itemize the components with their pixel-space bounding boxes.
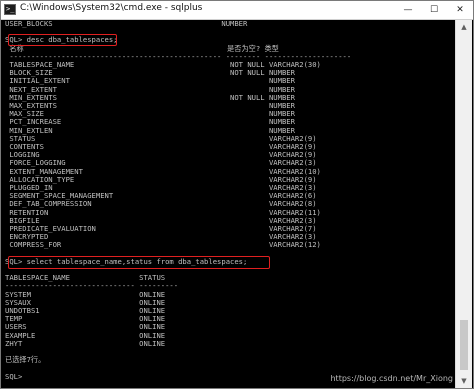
highlight-desc-command — [8, 34, 117, 46]
window-title: C:\Windows\System32\cmd.exe - sqlplus — [20, 3, 203, 13]
vertical-scrollbar[interactable]: ▲ ▼ — [455, 20, 472, 388]
console-line: SQL> — [5, 371, 23, 381]
highlight-select-command — [8, 256, 270, 269]
console-output[interactable]: USER_BLOCKS NUMBER SQL> desc dba_tablespa… — [2, 20, 456, 388]
console-line: 已选择7行。 — [5, 355, 46, 365]
scrollbar-thumb[interactable] — [460, 320, 468, 370]
minimize-button[interactable]: — — [395, 1, 421, 19]
console-line: USER_BLOCKS NUMBER — [5, 20, 248, 28]
title-bar[interactable]: >_ C:\Windows\System32\cmd.exe - sqlplus… — [1, 1, 473, 20]
scroll-up-arrow-icon[interactable]: ▲ — [456, 20, 472, 34]
console-line: COMPRESS_FOR VARCHAR2(12) — [5, 240, 321, 250]
scroll-down-arrow-icon[interactable]: ▼ — [456, 374, 472, 388]
console-window: >_ C:\Windows\System32\cmd.exe - sqlplus… — [0, 0, 474, 389]
close-button[interactable]: ✕ — [447, 1, 473, 19]
console-line: ZHYT ONLINE — [5, 338, 166, 348]
maximize-button[interactable]: ☐ — [421, 1, 447, 19]
watermark-text: https://blog.csdn.net/Mr_Xiong — [330, 374, 453, 383]
cmd-app-icon: >_ — [4, 4, 16, 15]
